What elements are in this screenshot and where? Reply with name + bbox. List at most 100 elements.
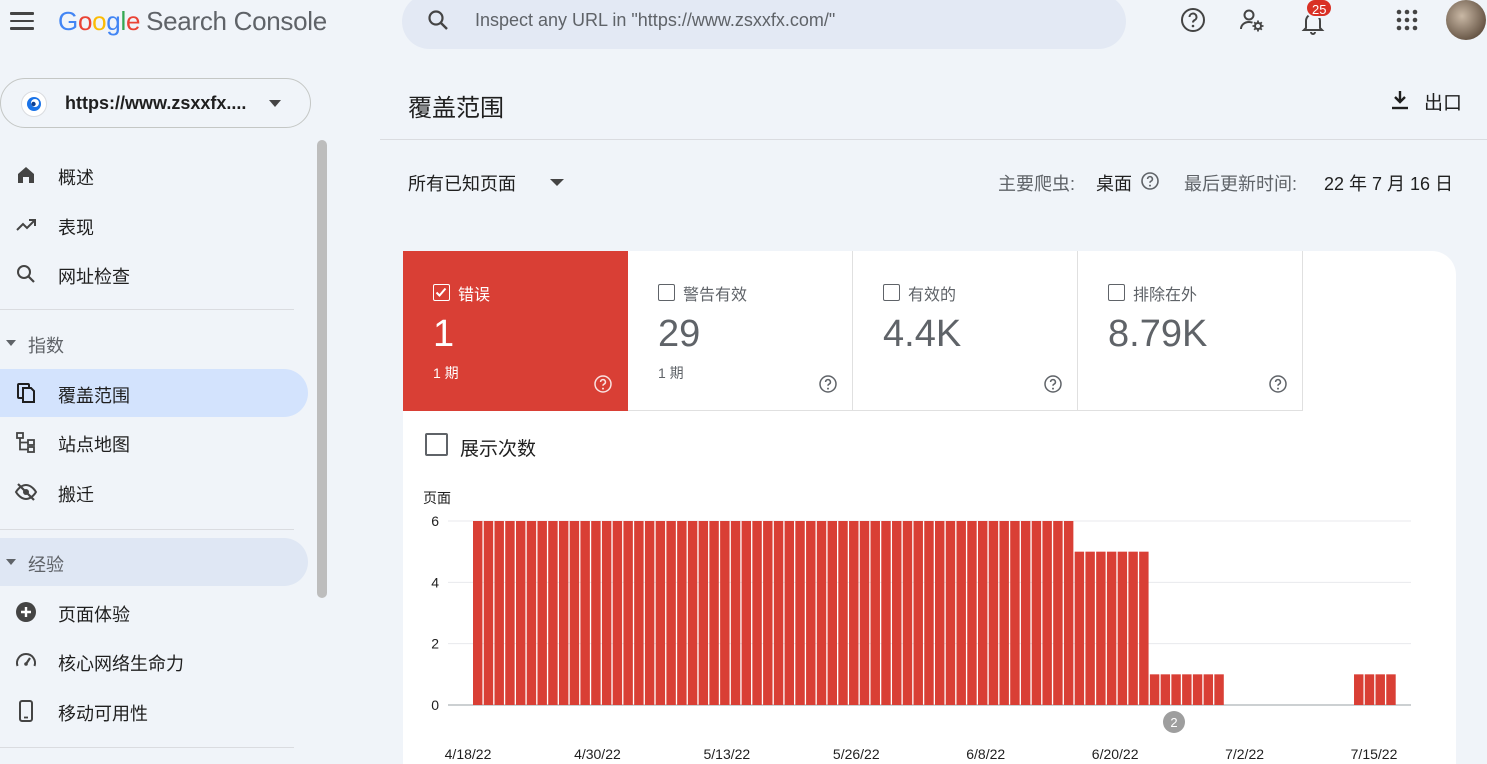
bar [859, 521, 870, 705]
apps-icon[interactable] [1393, 6, 1421, 34]
bar [806, 521, 816, 705]
home-icon [18, 167, 34, 183]
y-tick-label: 4 [431, 574, 439, 590]
nav-item-removals[interactable]: 搬迁 [0, 468, 308, 516]
bar [569, 521, 580, 705]
nav-item-label: 概述 [58, 168, 94, 188]
bar [1128, 551, 1138, 705]
bar [1171, 674, 1181, 705]
search-input[interactable]: Inspect any URL in "https://www.zsxxfx.c… [475, 10, 835, 31]
help-icon[interactable] [1140, 171, 1160, 191]
product-logo[interactable]: Google Search Console [58, 6, 327, 37]
bar [784, 521, 795, 705]
nav-item-page-experience[interactable]: 页面体验 [0, 588, 308, 636]
bar [752, 521, 762, 705]
bar [913, 521, 923, 705]
coverage-chart: 页面 0 2 4 6 4/18/22 4/30/22 5/13/22 5/26/22 6/8/22… [423, 490, 1411, 762]
bar [1182, 674, 1192, 705]
bar [505, 521, 515, 705]
trending-up-icon [16, 219, 36, 231]
sidebar-scrollbar[interactable] [317, 140, 327, 598]
bar [935, 521, 945, 705]
bar [741, 521, 752, 705]
x-tick-label: 7/2/22 [1225, 746, 1264, 762]
bar [1063, 521, 1074, 705]
sidebar: https://www.zsxxfx.... 概述 表现 网址检查 指数 覆盖范… [0, 50, 330, 764]
x-tick-label: 5/13/22 [703, 746, 750, 762]
annotation-label: 2 [1170, 715, 1177, 730]
bar [1139, 551, 1149, 705]
nav-item-label: 网址检查 [58, 267, 130, 287]
updated-value: 22 年 7 月 16 日 [1324, 174, 1454, 194]
bar [773, 521, 784, 705]
bar [1042, 521, 1052, 705]
page-title: 覆盖范围 [408, 95, 504, 122]
x-tick-label: 6/20/22 [1092, 746, 1139, 762]
export-label: 出口 [1424, 93, 1463, 114]
divider [0, 747, 294, 748]
crawler-label: 主要爬虫: [998, 174, 1076, 194]
bar [1085, 551, 1095, 705]
y-axis-label: 页面 [423, 490, 451, 506]
copy-icon [17, 383, 35, 403]
bar [558, 521, 569, 705]
visibility-off-icon [14, 483, 38, 501]
bar [1192, 674, 1203, 705]
nav-item-sitemaps[interactable]: 站点地图 [0, 418, 308, 466]
bar [730, 521, 741, 705]
crawler-value: 桌面 [1096, 174, 1132, 194]
bar [795, 521, 805, 705]
download-icon [1392, 91, 1408, 110]
property-selector[interactable]: https://www.zsxxfx.... [0, 78, 311, 128]
nav-item-mobile-usability[interactable]: 移动可用性 [0, 687, 308, 735]
chevron-down-icon[interactable] [550, 179, 564, 186]
section-index[interactable]: 指数 [0, 319, 308, 367]
bar [1354, 674, 1364, 705]
section-experience[interactable]: 经验 [0, 538, 308, 586]
bar [892, 521, 902, 705]
bar [473, 521, 483, 705]
bar [1053, 521, 1063, 705]
bar [1096, 551, 1106, 705]
bar [924, 521, 934, 705]
page-filter-dropdown[interactable]: 所有已知页面 [408, 170, 516, 196]
bar [526, 521, 537, 705]
url-inspection-search[interactable]: Inspect any URL in "https://www.zsxxfx.c… [402, 0, 1126, 49]
nav-item-url-inspection[interactable]: 网址检查 [0, 250, 308, 298]
bar [956, 521, 966, 705]
bar [967, 521, 977, 705]
chevron-down-icon [269, 100, 281, 107]
bar [1010, 521, 1020, 705]
bar [838, 521, 848, 705]
nav-item-coverage[interactable]: 覆盖范围 [0, 369, 308, 417]
help-icon[interactable] [1179, 6, 1207, 34]
bar [977, 521, 988, 705]
nav-item-core-web-vitals[interactable]: 核心网络生命力 [0, 637, 308, 685]
bar [870, 521, 880, 705]
bar [1117, 551, 1128, 705]
menu-icon[interactable] [10, 10, 36, 32]
property-icon [21, 91, 47, 117]
notifications-badge: 25 [1305, 0, 1334, 18]
top-app-bar: Google Search Console Inspect any URL in … [0, 0, 1487, 50]
nav-item-overview[interactable]: 概述 [0, 151, 308, 199]
bar [1106, 551, 1117, 705]
bar [591, 521, 601, 705]
x-tick-label: 5/26/22 [833, 746, 880, 762]
bar [827, 521, 837, 705]
bar [1375, 674, 1385, 705]
manage-accounts-icon[interactable] [1238, 6, 1266, 34]
property-logo-icon [27, 97, 41, 111]
speed-icon [16, 653, 36, 667]
bar [515, 521, 526, 705]
bar [677, 521, 687, 705]
avatar[interactable] [1446, 0, 1486, 40]
bar [580, 521, 590, 705]
nav-item-performance[interactable]: 表现 [0, 201, 308, 249]
bar [849, 521, 859, 705]
bar [1020, 521, 1031, 705]
bar [483, 521, 494, 705]
x-tick-label: 7/15/22 [1351, 746, 1398, 762]
bar [945, 521, 956, 705]
nav-item-label: 表现 [58, 218, 94, 238]
